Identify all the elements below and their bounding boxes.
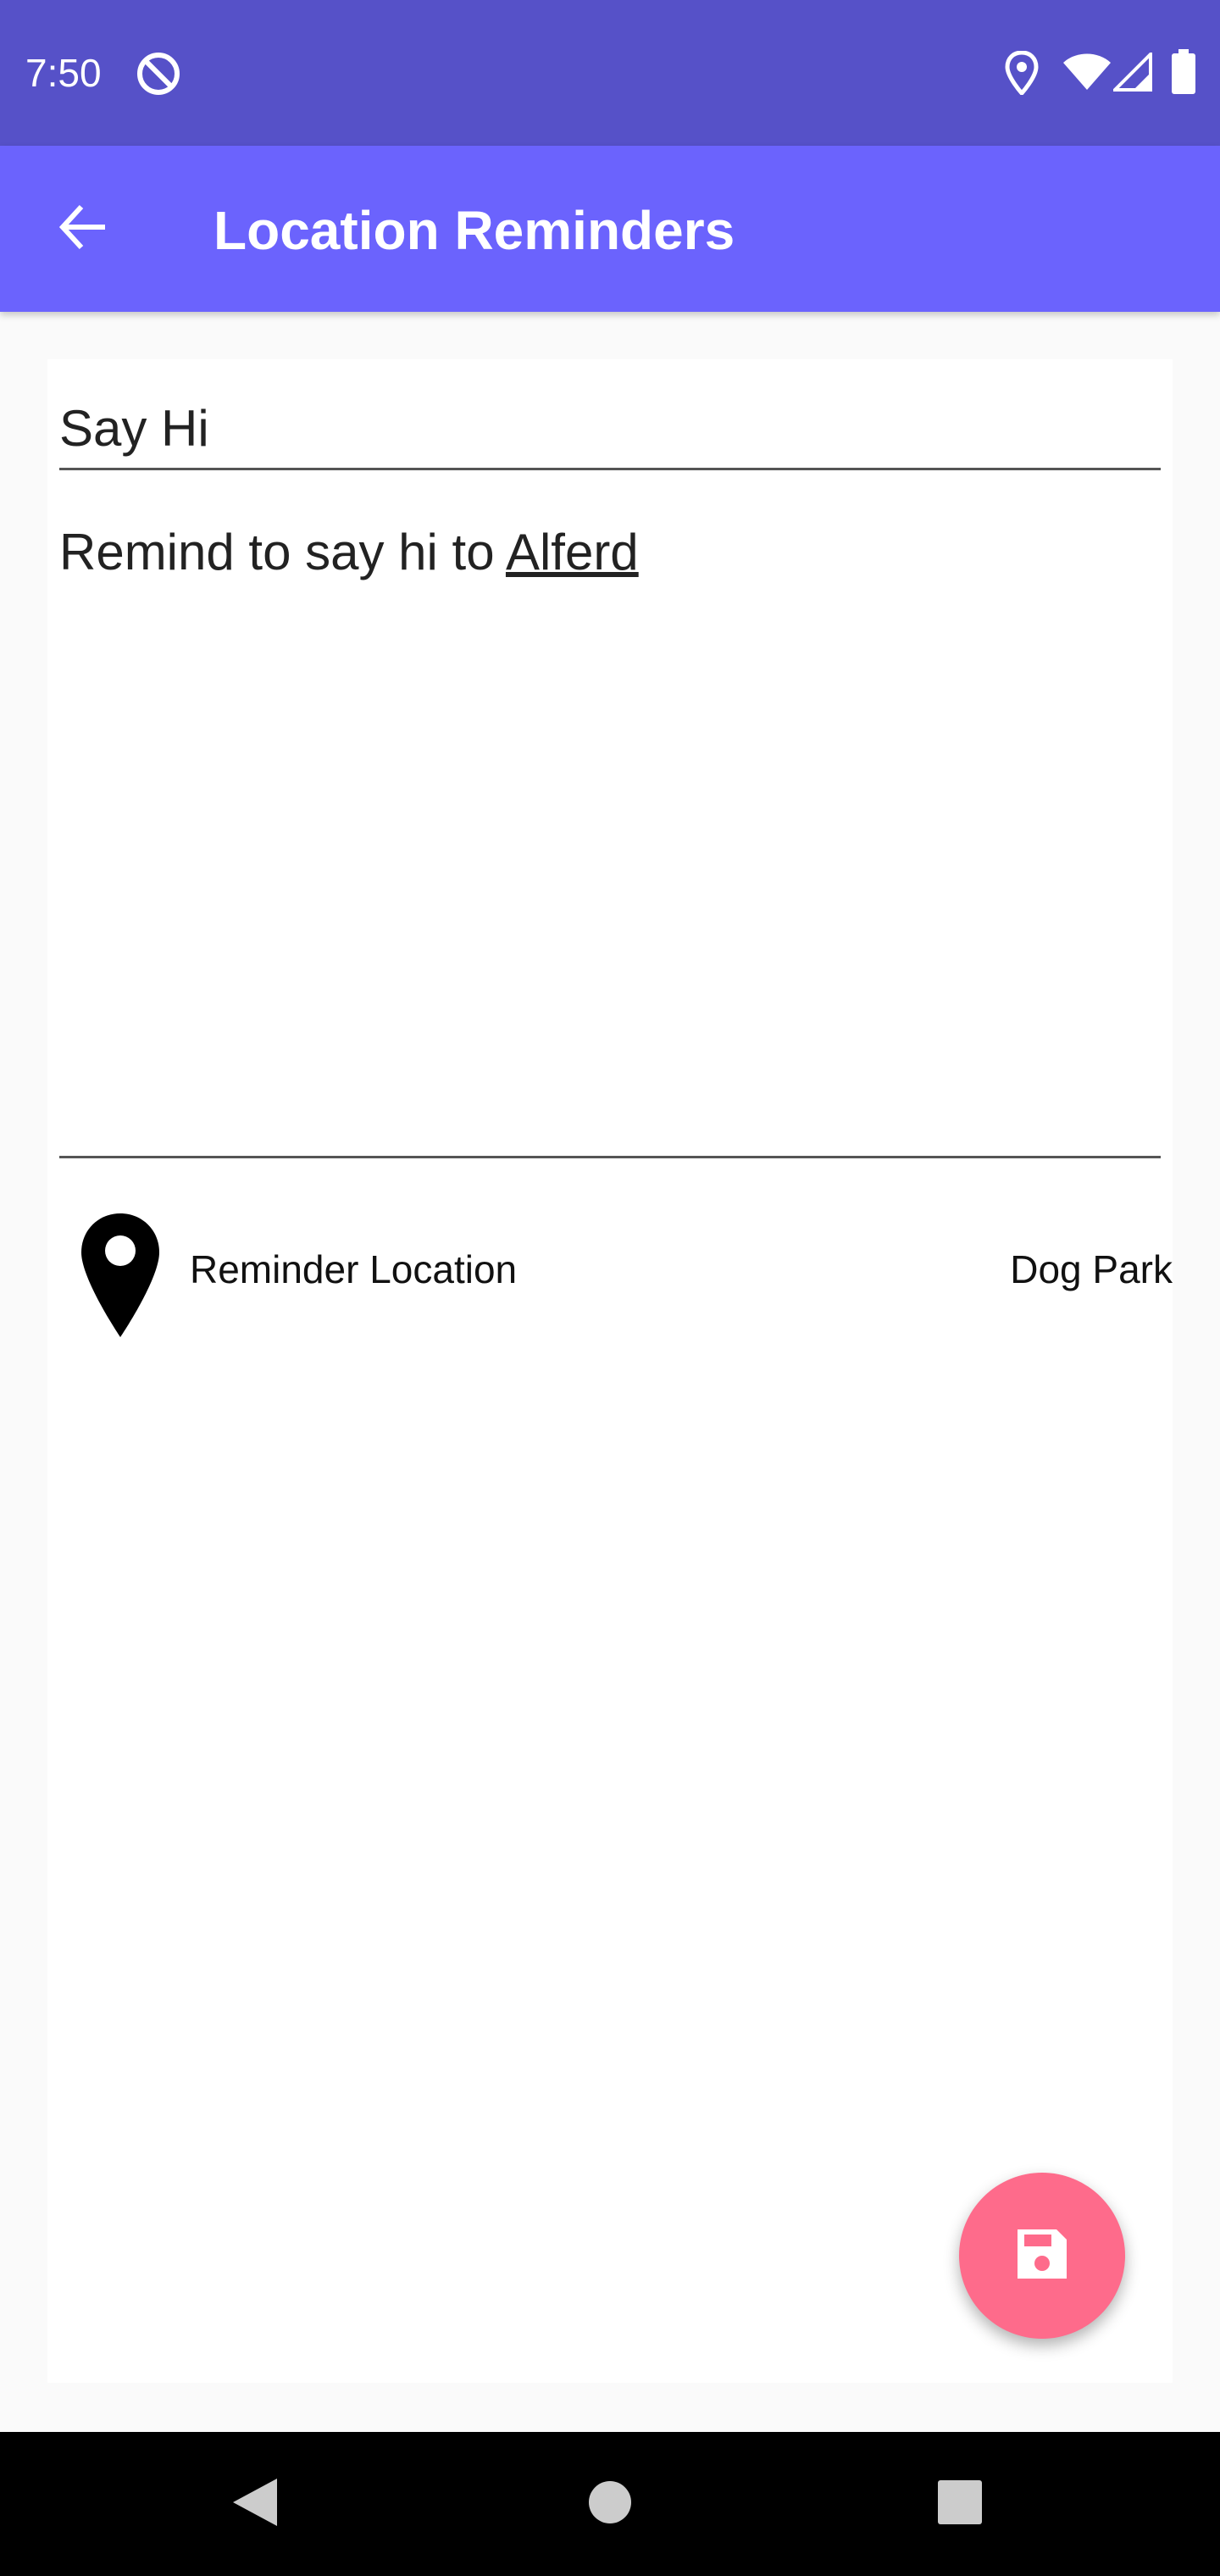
home-circle-icon [586, 2479, 634, 2530]
status-time: 7:50 [25, 51, 102, 95]
system-nav-bar [0, 2432, 1220, 2576]
location-label: Reminder Location [190, 1247, 518, 1291]
reminder-description-input[interactable]: Remind to say hi to Alferd [59, 520, 1161, 1158]
signal-icon [1111, 50, 1152, 96]
select-location-row[interactable]: Reminder Location Dog Park [47, 1186, 1173, 1339]
arrow-back-icon [56, 200, 110, 258]
location-icon [1005, 50, 1039, 99]
save-reminder-button[interactable] [959, 2173, 1125, 2339]
nav-recents-button[interactable] [922, 2466, 998, 2542]
map-pin-icon [78, 1212, 163, 1343]
wifi-icon [1062, 53, 1112, 96]
nav-back-button[interactable] [217, 2466, 293, 2542]
reminder-form-card: Say Hi Remind to say hi to Alferd Remind… [47, 359, 1173, 2383]
description-flagged-word: Alferd [505, 524, 639, 580]
page-title: Location Reminders [214, 200, 735, 261]
recents-square-icon [936, 2479, 984, 2530]
nav-home-button[interactable] [572, 2466, 648, 2542]
battery-icon [1171, 49, 1196, 99]
reminder-title-input[interactable]: Say Hi [59, 393, 1161, 470]
app-bar: Location Reminders [0, 146, 1220, 312]
location-value: Dog Park [1010, 1247, 1173, 1291]
sync-icon [136, 51, 181, 101]
back-button[interactable] [34, 180, 132, 278]
description-text: Remind to say hi to [59, 524, 506, 580]
status-bar: 7:50 [0, 0, 1220, 146]
back-triangle-icon [230, 2475, 280, 2534]
save-icon [1012, 2224, 1072, 2288]
